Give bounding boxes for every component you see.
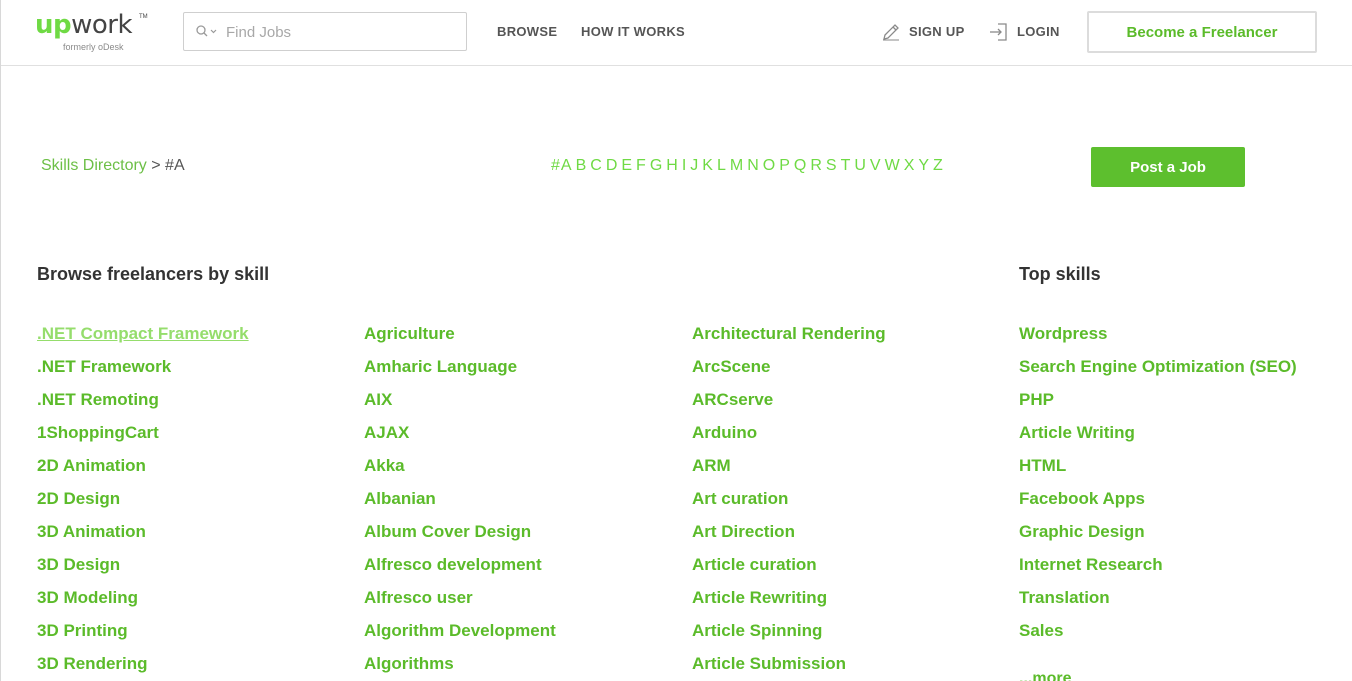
- search-input[interactable]: [226, 22, 456, 42]
- skill-link[interactable]: Article Rewriting: [692, 586, 886, 619]
- skill-link[interactable]: .NET Framework: [37, 355, 249, 388]
- letter-link[interactable]: X: [904, 157, 916, 174]
- skill-link[interactable]: 3D Modeling: [37, 586, 249, 619]
- skill-link[interactable]: Art curation: [692, 487, 886, 520]
- skill-link[interactable]: 1ShoppingCart: [37, 421, 249, 454]
- letter-link[interactable]: N: [747, 157, 760, 174]
- upwork-logo[interactable]: upwork TM formerly oDesk: [35, 10, 148, 54]
- breadcrumb-skills-directory[interactable]: Skills Directory: [41, 157, 147, 174]
- letter-link[interactable]: U: [854, 157, 867, 174]
- top-skill-link[interactable]: Sales: [1019, 619, 1297, 652]
- skill-link[interactable]: ArcScene: [692, 355, 886, 388]
- logo-subtitle: formerly oDesk: [63, 42, 124, 52]
- top-skill-link[interactable]: Translation: [1019, 586, 1297, 619]
- top-skill-link[interactable]: PHP: [1019, 388, 1297, 421]
- skill-link[interactable]: Article Spinning: [692, 619, 886, 652]
- top-skill-link[interactable]: Facebook Apps: [1019, 487, 1297, 520]
- more-top-skills-link[interactable]: ...more: [1019, 670, 1071, 681]
- skill-link[interactable]: ARM: [692, 454, 886, 487]
- skill-link[interactable]: Album Cover Design: [364, 520, 556, 553]
- browse-section-title: Browse freelancers by skill: [37, 264, 270, 284]
- letter-link[interactable]: M: [730, 157, 744, 174]
- skill-link[interactable]: Algorithm Development: [364, 619, 556, 652]
- top-skill-link[interactable]: Wordpress: [1019, 322, 1297, 355]
- letter-link[interactable]: T: [841, 157, 852, 174]
- letter-link[interactable]: Z: [933, 157, 944, 174]
- letter-link[interactable]: I: [682, 157, 687, 174]
- letter-link[interactable]: W: [885, 157, 901, 174]
- letter-link[interactable]: H: [666, 157, 679, 174]
- skill-link[interactable]: Agriculture: [364, 322, 556, 355]
- skills-column-2: Agriculture Amharic Language AIX AJAX Akka Al…: [364, 322, 556, 681]
- breadcrumb-current: #A: [165, 157, 185, 174]
- logo-wordmark: upwork: [35, 10, 133, 40]
- skill-link[interactable]: 2D Animation: [37, 454, 249, 487]
- skill-link[interactable]: 2D Design: [37, 487, 249, 520]
- skill-link[interactable]: Alfresco development: [364, 553, 556, 586]
- sign-up-link[interactable]: SIGN UP: [909, 24, 965, 39]
- post-job-button[interactable]: Post a Job: [1091, 147, 1245, 187]
- skill-link[interactable]: 3D Printing: [37, 619, 249, 652]
- skill-link[interactable]: Architectural Rendering: [692, 322, 886, 355]
- letter-link[interactable]: B: [576, 157, 588, 174]
- skill-link[interactable]: Arduino: [692, 421, 886, 454]
- logo-trademark: TM: [139, 14, 148, 20]
- skill-link[interactable]: Algorithms: [364, 652, 556, 681]
- top-skill-link[interactable]: Search Engine Optimization (SEO): [1019, 355, 1297, 388]
- letter-link[interactable]: D: [606, 157, 619, 174]
- breadcrumb-separator: >: [151, 157, 161, 174]
- letter-link[interactable]: F: [636, 157, 647, 174]
- letter-link[interactable]: Y: [918, 157, 930, 174]
- pencil-icon: [883, 24, 899, 41]
- letter-link[interactable]: O: [763, 157, 776, 174]
- letter-link[interactable]: V: [870, 157, 882, 174]
- letter-link[interactable]: K: [702, 157, 714, 174]
- skill-link[interactable]: AJAX: [364, 421, 556, 454]
- skill-link[interactable]: 3D Rendering: [37, 652, 249, 681]
- search-box[interactable]: [183, 12, 467, 51]
- skills-column-1: .NET Compact Framework .NET Framework .NET…: [37, 322, 249, 681]
- top-skill-link[interactable]: Graphic Design: [1019, 520, 1297, 553]
- letter-link[interactable]: S: [826, 157, 838, 174]
- letter-link[interactable]: C: [590, 157, 603, 174]
- how-it-works-link[interactable]: HOW IT WORKS: [581, 24, 685, 39]
- letter-link[interactable]: J: [690, 157, 699, 174]
- top-skills-title: Top skills: [1019, 264, 1101, 284]
- login-icon: [990, 23, 1007, 41]
- letter-link[interactable]: #A: [551, 157, 573, 174]
- skill-link[interactable]: Article Submission: [692, 652, 886, 681]
- skill-link[interactable]: .NET Remoting: [37, 388, 249, 421]
- browse-link[interactable]: BROWSE: [497, 24, 557, 39]
- skill-link[interactable]: Art Direction: [692, 520, 886, 553]
- top-skill-link[interactable]: Internet Research: [1019, 553, 1297, 586]
- letter-link[interactable]: L: [717, 157, 727, 174]
- breadcrumb: Skills Directory > #A: [41, 157, 185, 175]
- letter-link[interactable]: E: [621, 157, 633, 174]
- letter-link[interactable]: Q: [794, 157, 807, 174]
- top-navbar: upwork TM formerly oDesk BROWSE HOW IT W…: [1, 0, 1352, 66]
- skill-link[interactable]: 3D Animation: [37, 520, 249, 553]
- skill-link[interactable]: AIX: [364, 388, 556, 421]
- skills-column-3: Architectural Rendering ArcScene ARCserve A…: [692, 322, 886, 681]
- skill-link[interactable]: .NET Compact Framework: [37, 322, 249, 355]
- letter-link[interactable]: P: [779, 157, 791, 174]
- alphabet-nav: #A B C D E F G H I J K L M N O P Q R S T U V W X Y Z: [551, 157, 947, 175]
- top-skills-list: Wordpress Search Engine Optimization (SEO…: [1019, 322, 1297, 652]
- top-skill-link[interactable]: HTML: [1019, 454, 1297, 487]
- search-icon[interactable]: [196, 25, 220, 39]
- skill-link[interactable]: Alfresco user: [364, 586, 556, 619]
- letter-link[interactable]: G: [650, 157, 663, 174]
- skill-link[interactable]: ARCserve: [692, 388, 886, 421]
- login-link[interactable]: LOGIN: [1017, 24, 1060, 39]
- skill-link[interactable]: Akka: [364, 454, 556, 487]
- skill-link[interactable]: Article curation: [692, 553, 886, 586]
- letter-link[interactable]: R: [810, 157, 823, 174]
- top-skill-link[interactable]: Article Writing: [1019, 421, 1297, 454]
- skill-link[interactable]: Amharic Language: [364, 355, 556, 388]
- become-freelancer-button[interactable]: Become a Freelancer: [1087, 11, 1317, 53]
- skill-link[interactable]: Albanian: [364, 487, 556, 520]
- skill-link[interactable]: 3D Design: [37, 553, 249, 586]
